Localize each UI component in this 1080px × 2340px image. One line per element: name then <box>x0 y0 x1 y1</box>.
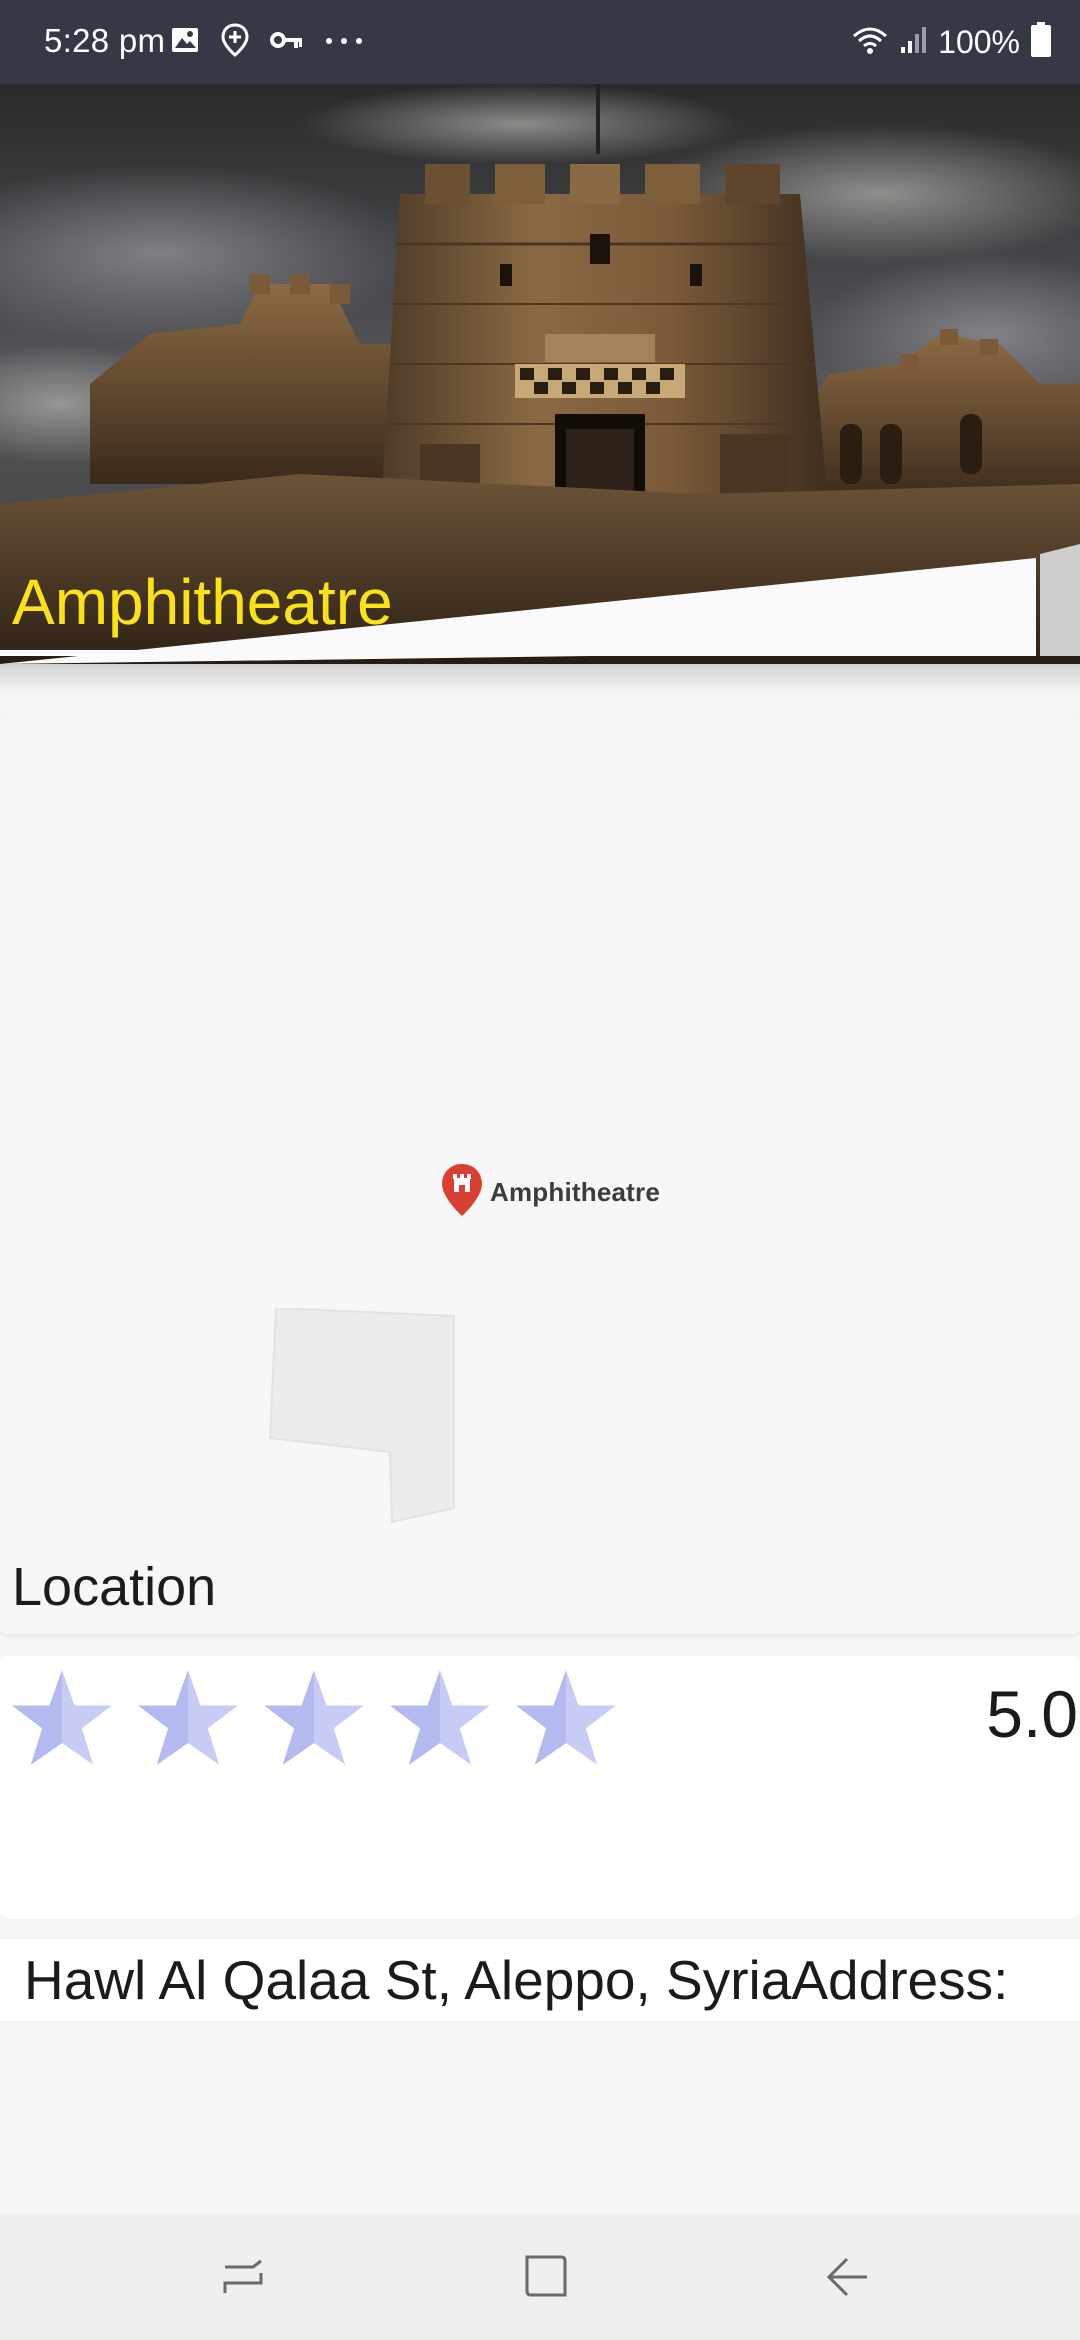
back-button[interactable] <box>812 2244 882 2314</box>
place-title: Amphitheatre <box>12 566 393 638</box>
map-marker-label: Amphitheatre <box>490 1177 660 1207</box>
location-plus-icon <box>220 22 250 62</box>
location-label: Location <box>12 1557 217 1617</box>
status-bar: 5:28 pm 100% <box>0 0 1080 84</box>
wifi-icon <box>850 24 890 61</box>
star-icon[interactable] <box>136 1666 240 1770</box>
star-icon[interactable] <box>10 1666 114 1770</box>
star-icon[interactable] <box>388 1666 492 1770</box>
address-card: Hawl Al Qalaa St, Aleppo, SyriaAddress: <box>0 1940 1080 2020</box>
star-rating[interactable] <box>10 1666 618 1770</box>
status-notification-icons <box>170 22 364 62</box>
status-system-icons: 100% <box>850 21 1052 63</box>
back-icon <box>823 2253 871 2306</box>
navigation-bar <box>0 2214 1080 2340</box>
address-text: Hawl Al Qalaa St, Aleppo, SyriaAddress: <box>24 1949 1009 2011</box>
status-time: 5:28 pm <box>44 22 166 59</box>
battery-percentage: 100% <box>938 23 1020 60</box>
home-button[interactable] <box>510 2244 580 2314</box>
star-icon[interactable] <box>262 1666 366 1770</box>
map-marker[interactable]: Amphitheatre <box>440 1162 660 1223</box>
map-area-shape <box>268 1308 455 1524</box>
recents-button[interactable] <box>208 2244 278 2314</box>
home-icon <box>521 2253 569 2306</box>
castle-pin-icon <box>440 1162 484 1223</box>
star-icon[interactable] <box>514 1666 618 1770</box>
more-dots-icon <box>324 33 364 51</box>
key-icon <box>270 29 304 56</box>
signal-icon <box>900 25 928 60</box>
recents-icon <box>219 2253 267 2306</box>
image-icon <box>170 25 200 60</box>
battery-icon <box>1030 21 1052 63</box>
rating-value: 5.0 <box>986 1677 1078 1751</box>
map-view[interactable]: Amphitheatre Location <box>0 718 1080 1634</box>
rating-card: 5.0 <box>0 1656 1080 1918</box>
